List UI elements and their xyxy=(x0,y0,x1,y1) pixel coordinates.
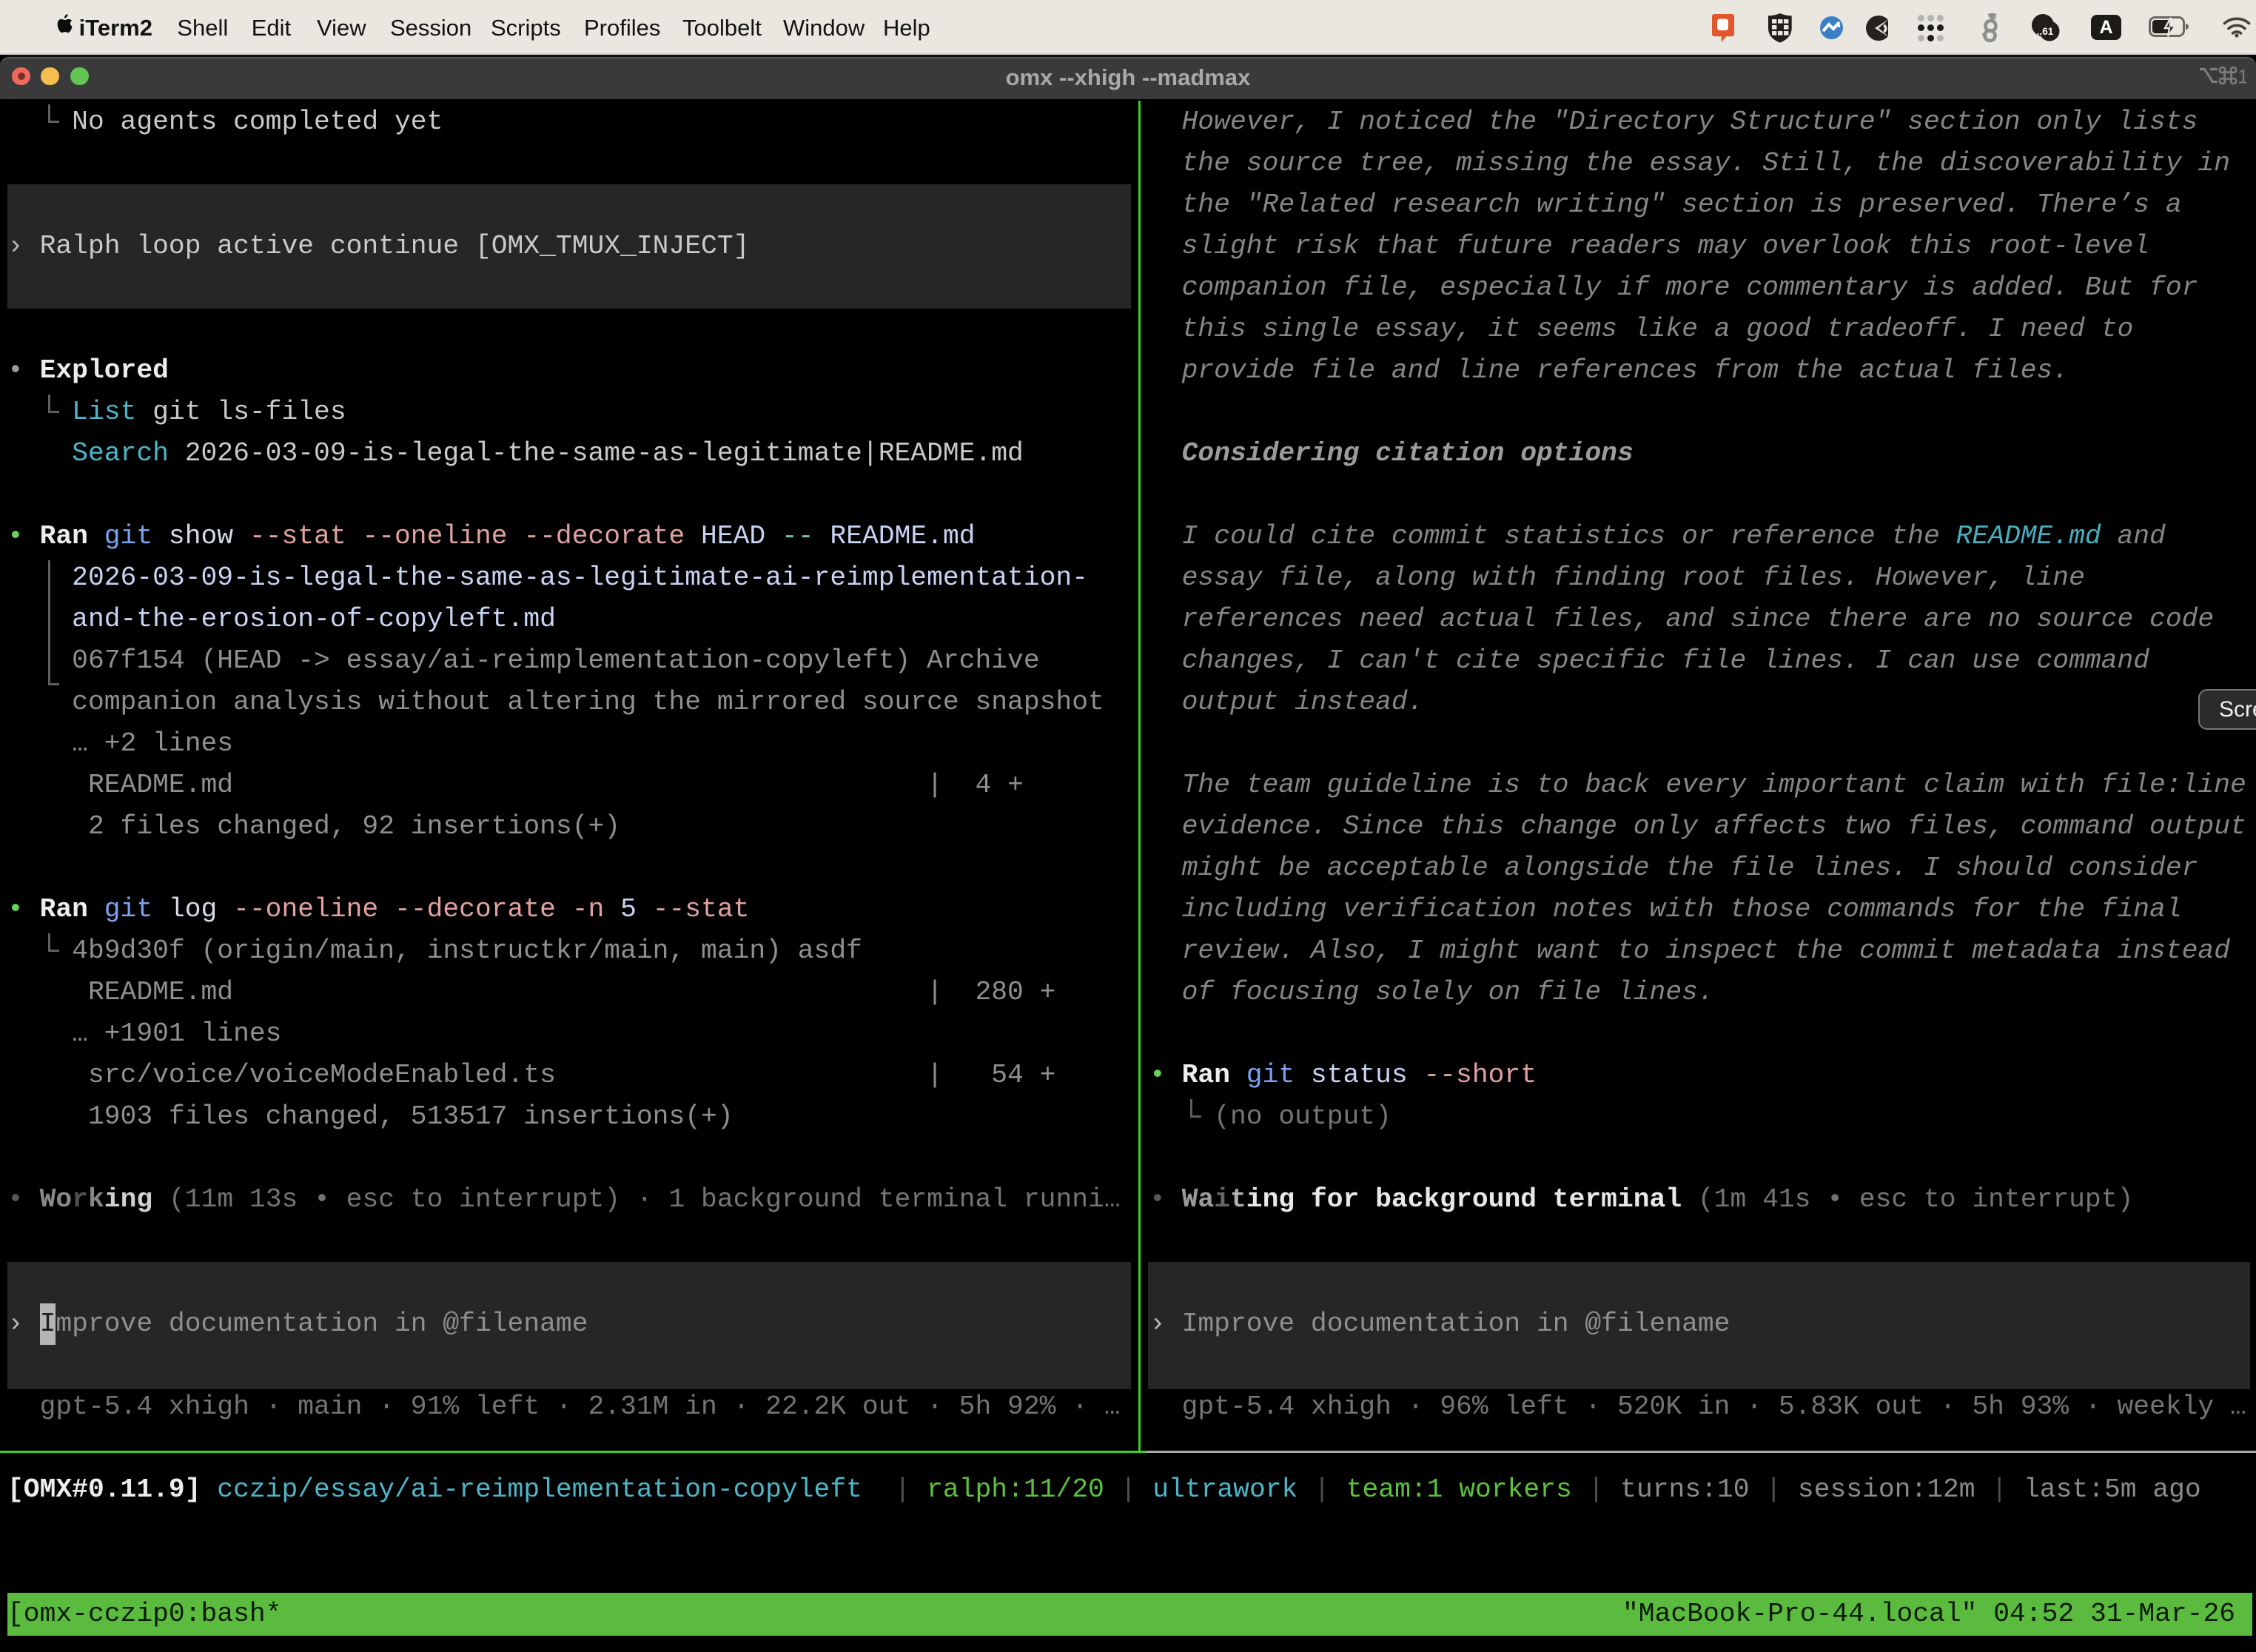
svg-text:1: 1 xyxy=(2237,66,2246,88)
svg-text:..61: ..61 xyxy=(2037,26,2054,37)
